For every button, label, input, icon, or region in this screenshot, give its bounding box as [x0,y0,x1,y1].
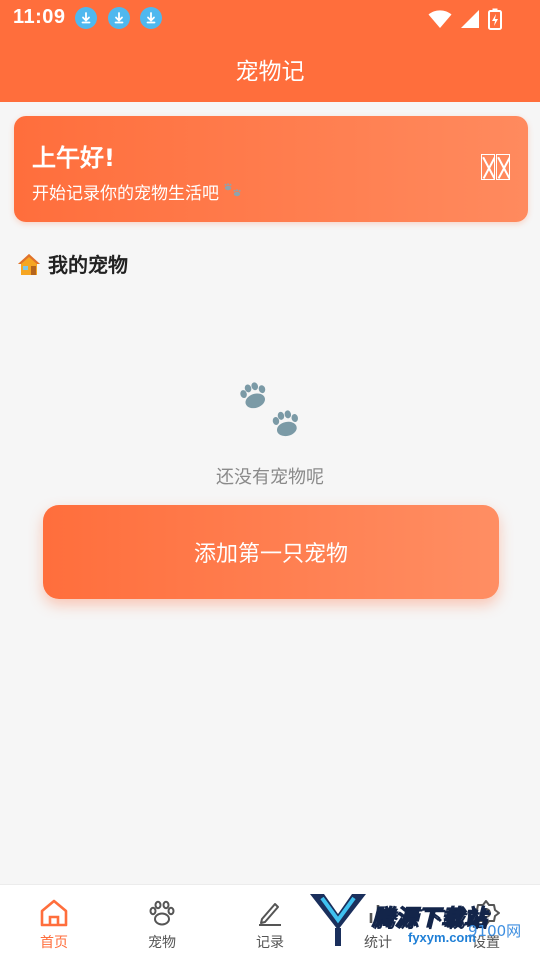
tab-pets[interactable]: 宠物 [108,885,216,960]
download-icon [140,7,162,29]
tab-home-label: 首页 [40,935,68,951]
watermark-overlay: 腾源下载站 fyxym.com 9100网 [308,890,540,960]
system-icons [428,8,502,30]
watermark-logo [310,894,366,946]
app-title: 宠物记 [235,59,305,85]
paw-icon [224,182,241,196]
watermark-url: fyxym.com [408,930,476,945]
my-pets-heading: 我的宠物 [16,249,128,278]
download-icon [108,7,130,29]
add-first-pet-button[interactable]: 添加第一只宠物 [43,505,499,599]
house-icon [18,253,40,275]
pencil-icon [259,903,281,926]
status-time: 11:09 [13,6,66,28]
status-bar: 11:09 [0,0,540,36]
empty-state-text: 还没有宠物呢 [216,467,324,488]
unrendered-glyph-icon [481,154,510,180]
tab-records-label: 记录 [256,935,284,951]
tab-home[interactable]: 首页 [0,885,108,960]
battery-charging-icon [488,8,502,30]
download-icon [75,7,97,29]
greeting-title: 上午好! [32,144,115,172]
app-header: 11:09 宠物记 [0,0,540,102]
paw-icon [149,900,175,926]
tab-pets-label: 宠物 [148,935,176,951]
greeting-card: 上午好! 开始记录你的宠物生活吧 [14,116,528,222]
wifi-icon [428,10,452,28]
cell-signal-icon [461,10,479,28]
greeting-subtitle-text: 开始记录你的宠物生活吧 [32,184,219,204]
home-icon [40,899,68,927]
my-pets-title: 我的宠物 [48,253,128,277]
paw-icon [240,382,298,437]
greeting-subtitle: 开始记录你的宠物生活吧 [32,179,245,204]
watermark-site: 9100网 [468,922,522,940]
